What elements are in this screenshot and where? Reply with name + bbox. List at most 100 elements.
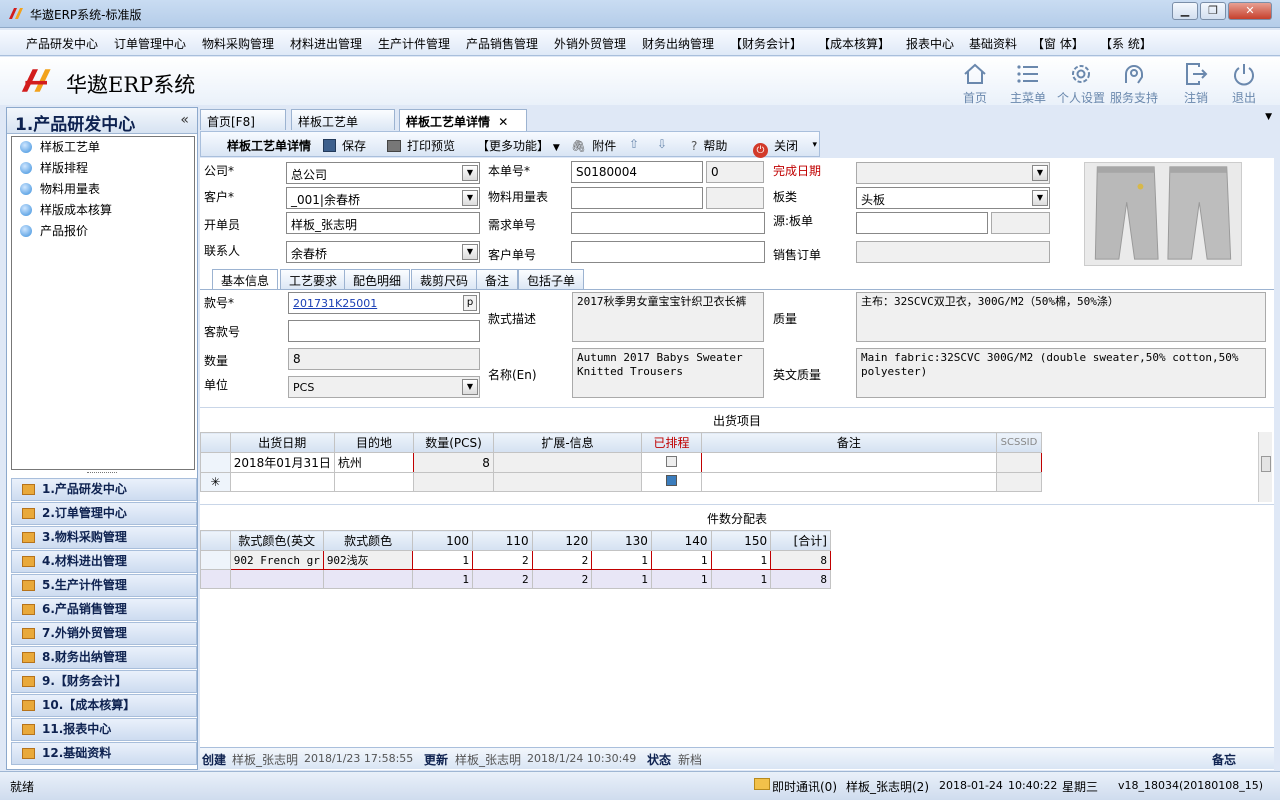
save-button[interactable]: 保存: [323, 137, 366, 154]
main-menu-button[interactable]: 主菜单: [1002, 61, 1054, 106]
contact-select[interactable]: 余春桥 ▼: [286, 241, 480, 263]
table-row[interactable]: 902 French gr 902浅灰 1 2 2 1 1 1 8: [200, 550, 831, 570]
tree-item-sample-sheet[interactable]: 样板工艺单: [12, 137, 194, 158]
nav-item-reports[interactable]: 11.报表中心: [11, 718, 197, 741]
size-cell[interactable]: 1: [650, 550, 712, 570]
chevron-down-icon[interactable]: ▼: [462, 165, 478, 181]
logout-button[interactable]: 注销: [1170, 61, 1222, 106]
chevron-down-icon[interactable]: ▼: [1032, 165, 1048, 181]
col-destination[interactable]: 目的地: [333, 432, 415, 453]
home-button[interactable]: 首页: [949, 61, 1001, 106]
tab-sample-detail[interactable]: 样板工艺单详情 ✕: [399, 109, 527, 131]
menu-item-export[interactable]: 外销外贸管理: [554, 35, 626, 52]
size-cell[interactable]: 1: [591, 550, 652, 570]
checkbox-icon[interactable]: [666, 455, 678, 467]
nav-item-orders[interactable]: 2.订单管理中心: [11, 502, 197, 525]
tree-item-product-quote[interactable]: 产品报价: [12, 221, 194, 242]
more-functions-button[interactable]: 【更多功能】 ▼: [477, 137, 560, 154]
instant-message[interactable]: 即时通讯(0): [772, 778, 837, 795]
customer-style-field[interactable]: [288, 320, 480, 342]
material-usage-field[interactable]: [571, 187, 703, 209]
tree-item-sample-costing[interactable]: 样版成本核算: [12, 200, 194, 221]
quantity-cell[interactable]: 8: [413, 452, 494, 473]
subtab-cutting-size[interactable]: 裁剪尺码: [411, 269, 478, 289]
col-size-120[interactable]: 120: [531, 530, 593, 551]
ship-date-cell[interactable]: 2018年01月31日: [229, 452, 335, 473]
subtab-remarks[interactable]: 备注: [476, 269, 519, 289]
collapse-button[interactable]: «: [180, 112, 189, 128]
attachment-button[interactable]: 🖇 附件: [571, 137, 616, 154]
exit-button[interactable]: 退出: [1218, 61, 1270, 106]
subtab-sub-orders[interactable]: 包括子单: [518, 269, 585, 289]
menu-item-materials[interactable]: 材料进出管理: [290, 35, 362, 52]
col-color-en[interactable]: 款式颜色(英文: [229, 530, 324, 551]
size-cell[interactable]: 1: [710, 550, 772, 570]
table-row-new[interactable]: ✳: [200, 472, 1043, 492]
chevron-down-icon[interactable]: ▼: [462, 190, 478, 206]
tab-list-dropdown-icon[interactable]: ▼: [1265, 112, 1272, 122]
col-color[interactable]: 款式颜色: [322, 530, 414, 551]
menu-item-orders[interactable]: 订单管理中心: [114, 35, 186, 52]
subtab-basic-info[interactable]: 基本信息: [212, 269, 279, 289]
customer-select[interactable]: _001|余春桥 ▼: [286, 187, 480, 209]
size-cell[interactable]: 2: [531, 550, 593, 570]
nav-item-sales[interactable]: 6.产品销售管理: [11, 598, 197, 621]
col-size-150[interactable]: 150: [710, 530, 772, 551]
remarks-cell[interactable]: [700, 452, 997, 473]
move-up-button[interactable]: ⇧: [629, 137, 639, 151]
subtab-process[interactable]: 工艺要求: [280, 269, 347, 289]
memo-button[interactable]: 备忘: [1212, 751, 1236, 768]
menu-item-production[interactable]: 生产计件管理: [378, 35, 450, 52]
company-select[interactable]: 总公司 ▼: [286, 162, 480, 184]
col-total[interactable]: [合计]: [770, 530, 831, 551]
menu-item-rd[interactable]: 产品研发中心: [26, 35, 98, 52]
help-button[interactable]: ? 帮助: [691, 137, 727, 154]
close-window-button[interactable]: ✕: [1228, 2, 1272, 20]
unit-select[interactable]: PCS ▼: [288, 376, 480, 398]
menu-item-reports[interactable]: 报表中心: [906, 35, 954, 52]
menu-item-window[interactable]: 【窗 体】: [1032, 35, 1084, 52]
name-en-field[interactable]: Autumn 2017 Babys Sweater Knitted Trouse…: [572, 348, 764, 398]
chevron-down-icon[interactable]: ▼: [1032, 190, 1048, 206]
doc-no-field[interactable]: S0180004: [571, 161, 703, 183]
col-quantity[interactable]: 数量(PCS): [413, 432, 494, 453]
destination-cell[interactable]: 杭州: [333, 452, 415, 473]
envelope-icon[interactable]: [754, 778, 770, 790]
splitter-grip[interactable]: [87, 472, 117, 475]
support-button[interactable]: 服务支持: [1108, 61, 1160, 106]
col-scheduled[interactable]: 已排程: [641, 432, 702, 453]
tab-home[interactable]: 首页[F8]: [200, 109, 286, 130]
maximize-button[interactable]: ❐: [1200, 2, 1226, 20]
demand-no-field[interactable]: [571, 212, 765, 234]
menu-item-costing[interactable]: 【成本核算】: [818, 35, 890, 52]
minimize-button[interactable]: ▁: [1172, 2, 1198, 20]
chevron-down-icon[interactable]: ▼: [462, 244, 478, 260]
shipping-scrollbar[interactable]: [1258, 432, 1272, 502]
print-preview-button[interactable]: 打印预览: [387, 137, 455, 154]
menu-item-system[interactable]: 【系 统】: [1100, 35, 1152, 52]
color-cell[interactable]: 902浅灰: [322, 550, 414, 570]
col-size-140[interactable]: 140: [650, 530, 712, 551]
source-field[interactable]: [856, 212, 988, 234]
col-size-130[interactable]: 130: [591, 530, 652, 551]
tab-sample-list[interactable]: 样板工艺单: [291, 109, 395, 130]
customer-no-field[interactable]: [571, 241, 765, 263]
close-tab-icon[interactable]: ✕: [498, 115, 508, 129]
col-ship-date[interactable]: 出货日期: [229, 432, 335, 453]
style-pick-button[interactable]: p: [463, 295, 477, 311]
move-down-button[interactable]: ⇩: [657, 137, 667, 151]
style-no-field[interactable]: 201731K25001 p: [288, 292, 480, 314]
quality-en-field[interactable]: Main fabric:32SCVC 300G/M2 (double sweat…: [856, 348, 1266, 398]
extension-cell[interactable]: [492, 452, 643, 473]
board-type-select[interactable]: 头板 ▼: [856, 187, 1050, 209]
col-remarks[interactable]: 备注: [700, 432, 997, 453]
nav-item-rd[interactable]: 1.产品研发中心: [11, 478, 197, 501]
checkbox-icon[interactable]: [666, 475, 678, 486]
subtab-color-detail[interactable]: 配色明细: [344, 269, 411, 289]
nav-item-export[interactable]: 7.外销外贸管理: [11, 622, 197, 645]
col-scssid[interactable]: SCSSID: [995, 432, 1043, 453]
nav-item-accounting[interactable]: 9.【财务会计】: [11, 670, 197, 693]
nav-item-basedata[interactable]: 12.基础资料: [11, 742, 197, 765]
table-row[interactable]: 2018年01月31日 杭州 8: [200, 452, 1043, 473]
tree-item-material-usage[interactable]: 物料用量表: [12, 179, 194, 200]
